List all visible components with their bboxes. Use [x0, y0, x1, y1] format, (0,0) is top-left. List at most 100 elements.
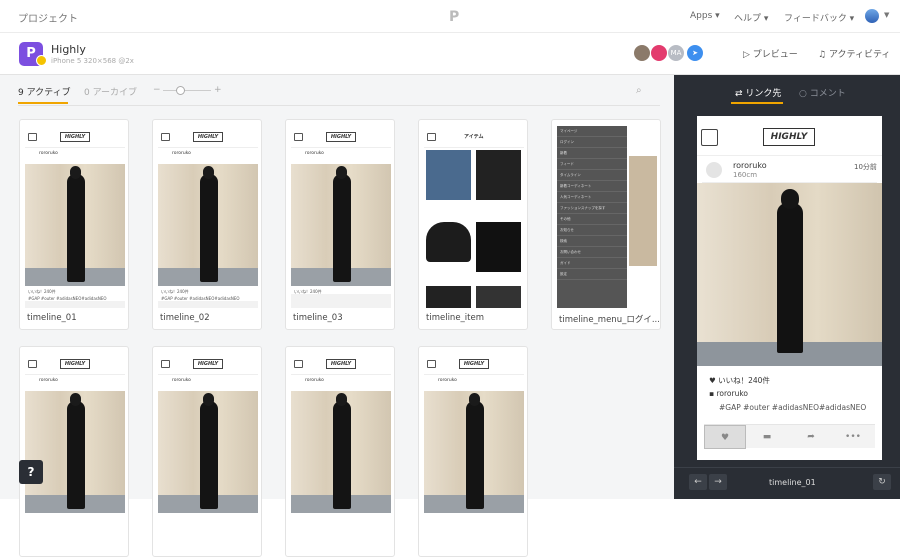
arrow-right-icon[interactable]: →: [709, 474, 727, 490]
help-menu[interactable]: ヘルプ ▾: [734, 11, 768, 24]
screen-card[interactable]: HIGHLY rororuko: [285, 346, 395, 557]
bell-icon: ♫: [818, 50, 829, 60]
tab-link-underline: [731, 102, 783, 104]
screen-label[interactable]: timeline_03: [293, 313, 393, 323]
screen-label[interactable]: timeline_item: [426, 313, 526, 323]
screen-card[interactable]: HIGHLY rororuko: [19, 346, 129, 557]
menu-item: ログイン: [557, 137, 627, 148]
mini-user: rororuko: [158, 375, 258, 389]
likes-text: いいね！240件: [718, 376, 770, 385]
item-jeans: [426, 150, 471, 200]
preview-button[interactable]: ▷ プレビュー: [743, 47, 798, 60]
screen-thumbnail[interactable]: HIGHLY rororuko: [291, 353, 391, 535]
zoom-plus[interactable]: +: [214, 85, 222, 95]
heart-icon: ♥: [709, 376, 719, 385]
share-icon[interactable]: ➦: [790, 425, 832, 449]
menu-item: 検索: [557, 236, 627, 247]
person-head: [781, 189, 799, 209]
screen-card[interactable]: HIGHLY rororuko: [418, 346, 528, 557]
screen-card[interactable]: HIGHLY rororuko いいね！240件 #GAP #outer #adi…: [19, 119, 129, 330]
search-icon[interactable]: ⌕: [636, 85, 642, 96]
mini-user: rororuko: [424, 375, 524, 389]
breadcrumb-projects[interactable]: プロジェクト: [18, 10, 78, 25]
zoom-minus[interactable]: −: [153, 85, 161, 95]
help-button[interactable]: ?: [19, 460, 43, 484]
user-height: 160cm: [733, 171, 758, 179]
device-info: iPhone 5 320×568 @2x: [51, 57, 134, 65]
user-name: rororuko: [733, 161, 767, 170]
screen-label[interactable]: timeline_02: [160, 313, 260, 323]
item-4: [476, 286, 521, 308]
menu-item: ガイド: [557, 258, 627, 269]
menu-icon: [28, 133, 37, 141]
mini-user-name: rororuko: [172, 151, 191, 156]
menu-item: その他: [557, 214, 627, 225]
screen-thumbnail[interactable]: HIGHLY rororuko: [25, 353, 125, 535]
screen-card[interactable]: マイページ ログイン 新着 フィード タイムライン 新着コーディネート 人気コー…: [551, 119, 661, 330]
screen-card[interactable]: HIGHLY rororuko: [152, 346, 262, 557]
apps-menu[interactable]: Apps ▾: [690, 11, 720, 21]
app-logo[interactable]: P: [449, 9, 459, 25]
screen-thumbnail[interactable]: HIGHLY rororuko いいね！240件 #GAP #outer #adi…: [158, 126, 258, 308]
mini-user-name: rororuko: [39, 151, 58, 156]
tab-comment[interactable]: ○ コメント: [799, 86, 846, 99]
hashtags: #GAP #outer #adidasNEO#adidasNEO: [719, 403, 867, 412]
screen-card[interactable]: HIGHLY rororuko いいね！240件 timeline_03: [285, 119, 395, 330]
screen-label[interactable]: timeline_01: [27, 313, 127, 323]
zoom-slider[interactable]: [163, 90, 211, 91]
screen-thumbnail[interactable]: HIGHLY rororuko いいね！240件: [291, 126, 391, 308]
item-dress: [476, 222, 521, 272]
project-name: Highly: [51, 43, 86, 56]
tab-active[interactable]: 9 アクティブ: [18, 85, 71, 98]
mini-user: rororuko: [291, 375, 391, 389]
screen-thumbnail[interactable]: マイページ ログイン 新着 フィード タイムライン 新着コーディネート 人気コー…: [557, 126, 657, 308]
mini-logo: HIGHLY: [60, 132, 90, 142]
link-icon: ⇄: [735, 89, 746, 99]
zoom-slider-handle[interactable]: [175, 86, 185, 95]
mini-user: rororuko: [291, 148, 391, 162]
tab-link[interactable]: ⇄ リンク先: [735, 86, 781, 99]
menu-icon: [427, 133, 436, 141]
collaborator-avatar[interactable]: [633, 44, 651, 62]
preview-label: プレビュー: [752, 50, 798, 60]
outfit-photo[interactable]: [697, 183, 882, 366]
user-row[interactable]: rororuko 160cm 10分前: [702, 158, 877, 183]
mini-logo: HIGHLY: [326, 359, 356, 369]
share-icon[interactable]: ➤: [686, 44, 704, 62]
screen-thumbnail[interactable]: HIGHLY rororuko: [424, 353, 524, 535]
more-icon[interactable]: •••: [832, 425, 874, 449]
comment-icon[interactable]: ▬: [746, 425, 788, 449]
collaborator-avatar[interactable]: [650, 44, 668, 62]
item-jacket: [476, 150, 521, 200]
outfit-photo: [291, 391, 391, 513]
mini-logo: HIGHLY: [193, 132, 223, 142]
top-bar: プロジェクト P Apps ▾ ヘルプ ▾ フィードバック ▾ ▼: [0, 0, 900, 33]
menu-item: 新着コーディネート: [557, 181, 627, 192]
phone-preview[interactable]: HIGHLY rororuko 160cm 10分前 ♥ いいね！240件 ▪ …: [697, 116, 882, 460]
profile-avatar[interactable]: [865, 9, 879, 23]
screen-card[interactable]: HIGHLY rororuko いいね！240件 #GAP #outer #adi…: [152, 119, 262, 330]
menu-icon: [427, 360, 436, 368]
tab-active-underline: [18, 102, 68, 104]
menu-icon: [161, 133, 170, 141]
activity-button[interactable]: ♫ アクティビティ: [818, 47, 890, 60]
item-title: アイテム: [464, 134, 484, 140]
hamburger-icon[interactable]: [701, 129, 718, 146]
feedback-menu[interactable]: フィードバック ▾: [784, 11, 854, 24]
screen-label[interactable]: timeline_menu_ログイ...: [559, 313, 659, 325]
refresh-icon[interactable]: ↻: [873, 474, 891, 490]
menu-icon: [28, 360, 37, 368]
phone-logo: HIGHLY: [763, 128, 815, 146]
screen-thumbnail[interactable]: HIGHLY rororuko いいね！240件 #GAP #outer #adi…: [25, 126, 125, 308]
mini-logo: HIGHLY: [326, 132, 356, 142]
mini-user-name: rororuko: [305, 378, 324, 383]
tab-archive[interactable]: 0 アーカイブ: [84, 85, 137, 98]
collaborator-avatar[interactable]: MA: [667, 44, 685, 62]
arrow-left-icon[interactable]: ←: [689, 474, 707, 490]
chevron-down-icon[interactable]: ▼: [884, 11, 889, 19]
like-icon[interactable]: ♥: [704, 425, 746, 449]
screen-card[interactable]: アイテム timeline_item: [418, 119, 528, 330]
screen-thumbnail[interactable]: アイテム: [424, 126, 524, 308]
screen-thumbnail[interactable]: HIGHLY rororuko: [158, 353, 258, 535]
owner-name: rororuko: [716, 389, 748, 398]
